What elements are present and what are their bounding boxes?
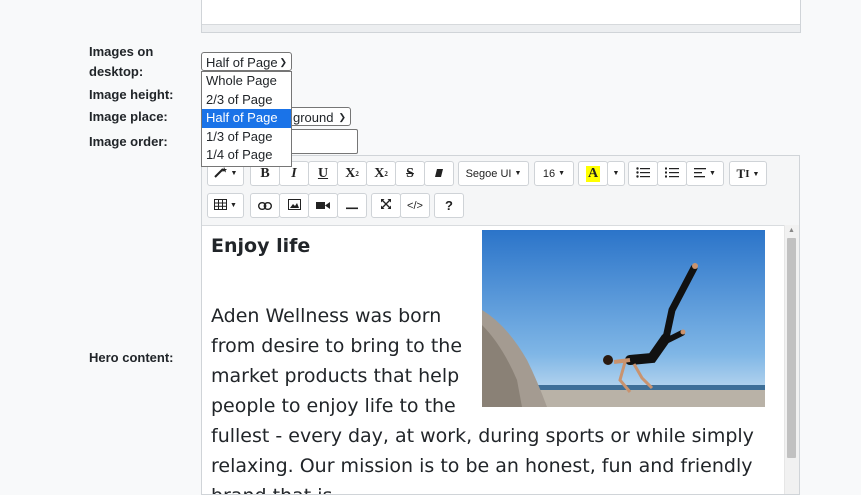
editor-scrollbar[interactable]: ▲ [784,225,799,494]
align-button[interactable]: ▼ [686,161,724,186]
image-height-label: Image height: [89,87,174,102]
picture-button[interactable] [279,193,309,218]
eraser-icon [433,167,445,181]
link-button[interactable] [250,193,280,218]
scroll-up-icon[interactable]: ▲ [788,227,795,234]
link-icon [257,199,273,213]
video-icon [316,199,330,213]
dropdown-option-selected[interactable]: Half of Page [202,109,291,128]
chevron-down-icon: ▼ [709,170,716,177]
previous-editor-statusbar [202,24,800,32]
subscript-marker: 2 [384,169,388,178]
video-button[interactable] [308,193,338,218]
magic-wand-icon [213,166,228,181]
strikethrough-button[interactable]: S [395,161,425,186]
picture-icon [287,198,301,213]
chevron-down-icon: ▼ [514,170,522,177]
editor-content[interactable]: Enjoy life Aden Wellness was born from d… [202,225,785,494]
content-heading: Enjoy life [211,235,311,257]
table-button[interactable]: ▼ [207,193,244,218]
ordered-list-button[interactable] [657,161,687,186]
image-order-input[interactable] [287,129,358,154]
image-place-label: Image place: [89,109,168,124]
font-size-button[interactable]: 16 ▼ [534,161,574,186]
horizontal-rule-button[interactable] [337,193,367,218]
superscript-button[interactable]: X2 [337,161,367,186]
image-order-label: Image order: [89,134,168,149]
text-color-button[interactable]: A [578,161,608,186]
chevron-down-icon: ▼ [230,202,237,209]
superscript-label: X [345,165,356,181]
dropdown-option[interactable]: 1/3 of Page [202,128,291,147]
unordered-list-button[interactable] [628,161,658,186]
chevron-down-icon: ▼ [230,170,238,177]
expand-icon [380,198,392,213]
dropdown-option[interactable]: 2/3 of Page [202,91,291,110]
content-paragraph-block: Aden Wellness was born from desire to br… [211,230,771,494]
ordered-list-icon [665,167,679,181]
dropdown-option[interactable]: Whole Page [202,72,291,91]
color-dropdown-button[interactable]: ▼ [607,161,625,186]
eraser-button[interactable] [424,161,454,186]
align-left-icon [694,167,707,181]
font-size-value: 16 [542,167,556,180]
text-style-button[interactable]: T I ▼ [729,161,767,186]
subscript-button[interactable]: X2 [366,161,396,186]
code-view-button[interactable]: </> [400,193,430,218]
unordered-list-icon [636,166,650,181]
font-family-button[interactable]: Segoe UI ▼ [458,161,529,186]
chevron-down-icon: ▼ [558,170,566,177]
table-icon [214,198,228,213]
font-family-value: Segoe UI [465,167,512,180]
scrollbar-thumb[interactable] [787,238,796,458]
text-color-letter: A [585,165,601,182]
chevron-down-icon: ▼ [612,170,620,177]
fullscreen-button[interactable] [371,193,401,218]
hero-content-editor: ▼ B I U X2 X2 S Segoe UI ▼ 16 ▼ A ▼ ▼ T … [201,155,800,495]
help-button[interactable]: ? [434,193,464,218]
image-place-value: ground [293,110,334,125]
dropdown-option[interactable]: 1/4 of Page [202,146,291,165]
underline-button[interactable]: U [308,161,338,186]
hero-content-label: Hero content: [89,350,174,365]
previous-editor-bottom [201,0,801,33]
chevron-down-icon: ❯ [279,57,287,67]
images-on-desktop-dropdown: Whole Page 2/3 of Page Half of Page 1/3 … [201,71,292,167]
images-on-desktop-value: Half of Page [206,55,278,70]
subscript-label: X [374,165,385,181]
images-on-desktop-select[interactable]: Half of Page ❯ [201,52,292,71]
text-style-cursor: I [745,167,750,180]
yoga-photo [482,230,765,407]
minus-icon [346,199,358,213]
superscript-marker: 2 [355,169,359,178]
images-on-desktop-label: Images on desktop: [89,44,154,79]
chevron-down-icon: ▼ [752,169,760,178]
text-style-label: T [736,165,746,181]
chevron-down-icon: ❯ [338,112,346,122]
